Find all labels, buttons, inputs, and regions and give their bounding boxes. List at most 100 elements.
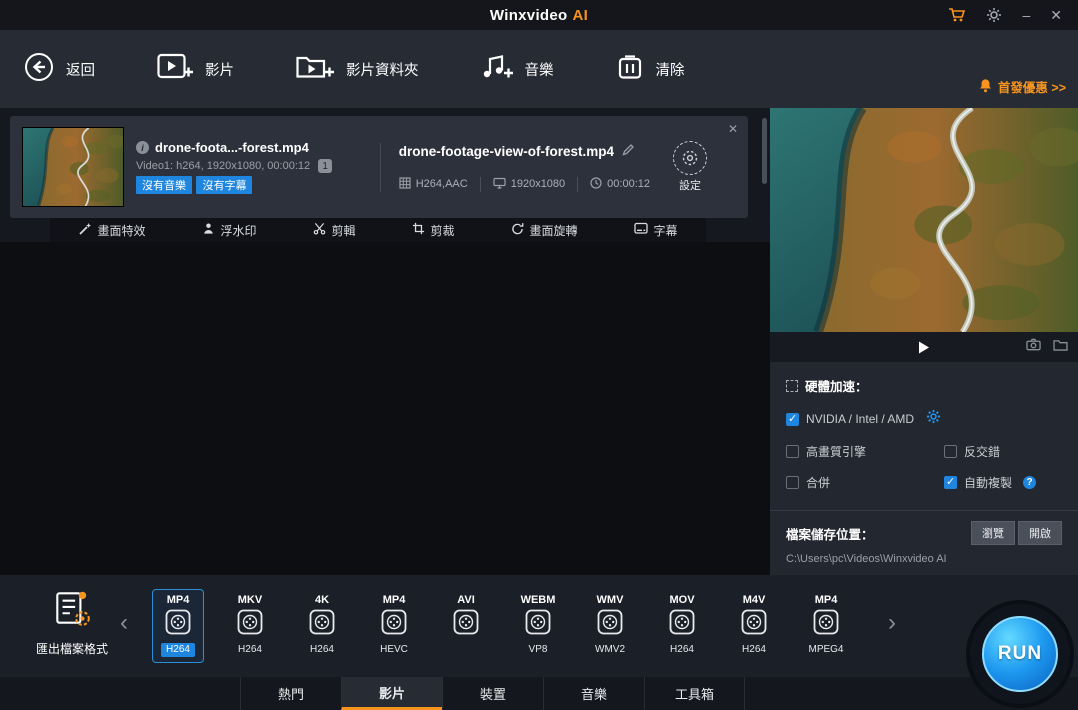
cart-icon[interactable]	[948, 7, 966, 23]
export-format-button[interactable]: 匯出檔案格式	[16, 587, 128, 657]
back-icon	[24, 52, 54, 86]
film-reel-icon	[525, 609, 551, 640]
bell-icon	[978, 78, 993, 96]
output-file-name: drone-footage-view-of-forest.mp4	[399, 144, 614, 159]
tab-popular[interactable]: 熱門	[240, 677, 341, 710]
rotate-icon	[511, 222, 524, 238]
close-button[interactable]: ✕	[1050, 8, 1062, 22]
promo-link[interactable]: 首發優惠 >>	[978, 77, 1066, 96]
file-thumbnail[interactable]	[22, 127, 124, 207]
add-music-button[interactable]: 音樂	[481, 53, 554, 85]
checkbox-unchecked-icon[interactable]	[786, 445, 799, 458]
tab-rotate-label: 畫面旋轉	[529, 222, 577, 239]
browse-button[interactable]: 瀏覽	[971, 521, 1015, 545]
open-folder-icon[interactable]	[1053, 338, 1068, 356]
tab-subtitle[interactable]: 字幕	[634, 222, 677, 239]
auto-copy-label: 自動複製	[964, 474, 1012, 491]
add-video-folder-button[interactable]: 影片資料夾	[296, 53, 419, 85]
titlebar: WinxvideoAI – ✕	[0, 0, 1078, 30]
snapshot-camera-icon[interactable]	[1026, 338, 1041, 356]
rename-pencil-icon[interactable]	[622, 143, 635, 161]
tab-toolbox[interactable]: 工具箱	[644, 677, 745, 710]
resolution-chip-label: 1920x1080	[511, 178, 565, 190]
duration-chip: 00:00:12	[577, 177, 662, 192]
app-title-accent: AI	[572, 7, 588, 24]
scrollbar[interactable]	[762, 118, 767, 184]
video-preview[interactable]	[770, 108, 1078, 332]
app-title: WinxvideoAI	[490, 7, 588, 24]
checkbox-unchecked-icon[interactable]	[944, 445, 957, 458]
tab-subtitle-label: 字幕	[653, 222, 677, 239]
hq-engine-checkbox[interactable]: 高畫質引擎	[786, 443, 944, 460]
checkbox-unchecked-icon[interactable]	[786, 476, 799, 489]
minimize-button[interactable]: –	[1022, 8, 1030, 22]
checkbox-checked-icon[interactable]	[944, 476, 957, 489]
clock-icon	[590, 177, 602, 192]
subtitle-icon	[634, 222, 648, 238]
clear-button[interactable]: 清除	[616, 53, 685, 85]
checkbox-checked-icon[interactable]	[786, 413, 799, 426]
tab-rotate[interactable]: 畫面旋轉	[511, 222, 577, 239]
format-card-wmv-wmv2[interactable]: WMV WMV2	[584, 589, 636, 663]
formats-next-button[interactable]: ›	[888, 611, 896, 635]
add-video-folder-label: 影片資料夾	[346, 59, 419, 80]
format-card-mp4-h264[interactable]: MP4 H264	[152, 589, 204, 663]
tab-effects[interactable]: 畫面特效	[78, 222, 145, 239]
merge-checkbox[interactable]: 合併	[786, 474, 944, 491]
formats-prev-button[interactable]: ‹	[120, 611, 128, 635]
format-card-mov-h264[interactable]: MOV H264	[656, 589, 708, 663]
settings-label: 設定	[662, 177, 718, 193]
gpu-accel-checkbox[interactable]: NVIDIA / Intel / AMD	[786, 412, 914, 426]
save-path: C:\Users\pc\Videos\Winxvideo AI	[786, 553, 1062, 565]
tab-watermark[interactable]: 浮水印	[202, 222, 256, 239]
tab-trim[interactable]: 剪輯	[313, 222, 355, 239]
edit-tools-strip: 畫面特效 浮水印 剪輯 剪裁 畫面旋轉	[50, 218, 706, 242]
format-card-mp4-hevc[interactable]: MP4 HEVC	[368, 589, 420, 663]
format-card-mp4-mpeg4[interactable]: MP4 MPEG4	[800, 589, 852, 663]
deinterlace-checkbox[interactable]: 反交錯	[944, 443, 1062, 460]
add-video-label: 影片	[205, 59, 234, 80]
format-card-m4v-h264[interactable]: M4V H264	[728, 589, 780, 663]
add-video-button[interactable]: 影片	[157, 53, 234, 85]
help-icon[interactable]: ?	[1023, 476, 1036, 489]
file-card[interactable]: i drone-foota...-forest.mp4 Video1: h264…	[10, 116, 748, 218]
settings-gear-icon	[673, 141, 707, 175]
format-card-4k-h264[interactable]: 4K H264	[296, 589, 348, 663]
codec-chip: H264,AAC	[399, 177, 480, 192]
run-button[interactable]: RUN	[970, 604, 1070, 704]
tab-device[interactable]: 裝置	[442, 677, 543, 710]
back-button[interactable]: 返回	[24, 52, 95, 86]
film-reel-icon	[669, 609, 695, 640]
export-format-icon	[51, 587, 93, 634]
track-count-badge[interactable]: 1	[318, 159, 332, 173]
format-card-mkv-h264[interactable]: MKV H264	[224, 589, 276, 663]
file-settings-button[interactable]: 設定	[662, 141, 718, 193]
play-button[interactable]	[919, 341, 930, 354]
remove-file-button[interactable]: ✕	[728, 122, 738, 136]
no-subtitle-chip[interactable]: 沒有字幕	[196, 176, 252, 194]
format-card-webm-vp8[interactable]: WEBM VP8	[512, 589, 564, 663]
gear-icon[interactable]	[986, 7, 1002, 23]
film-reel-icon	[165, 609, 191, 640]
tab-video[interactable]: 影片	[341, 677, 442, 710]
crop-icon	[412, 222, 425, 238]
film-reel-icon	[813, 609, 839, 640]
run-button-face[interactable]: RUN	[982, 616, 1058, 692]
clear-label: 清除	[656, 59, 685, 80]
codec-chip-label: H264,AAC	[416, 178, 468, 190]
open-button[interactable]: 開啟	[1018, 521, 1062, 545]
gpu-option-label: NVIDIA / Intel / AMD	[806, 412, 914, 426]
output-info: drone-footage-view-of-forest.mp4 H264,AA…	[380, 143, 662, 192]
tab-music[interactable]: 音樂	[543, 677, 644, 710]
music-icon	[481, 53, 513, 85]
file-info: i drone-foota...-forest.mp4 Video1: h264…	[136, 140, 374, 194]
tab-crop[interactable]: 剪裁	[412, 222, 454, 239]
effects-icon	[78, 222, 92, 239]
gpu-settings-gear-icon[interactable]	[926, 409, 941, 429]
bottom-panel: 匯出檔案格式 ‹ › MP4 H264 MKV H264 4K H264 MP4	[0, 575, 1078, 710]
auto-copy-checkbox[interactable]: 自動複製 ?	[944, 474, 1062, 491]
info-icon[interactable]: i	[136, 141, 149, 154]
format-card-avi[interactable]: AVI	[440, 589, 492, 663]
no-audio-chip[interactable]: 沒有音樂	[136, 176, 192, 194]
promo-label: 首發優惠 >>	[998, 77, 1066, 96]
